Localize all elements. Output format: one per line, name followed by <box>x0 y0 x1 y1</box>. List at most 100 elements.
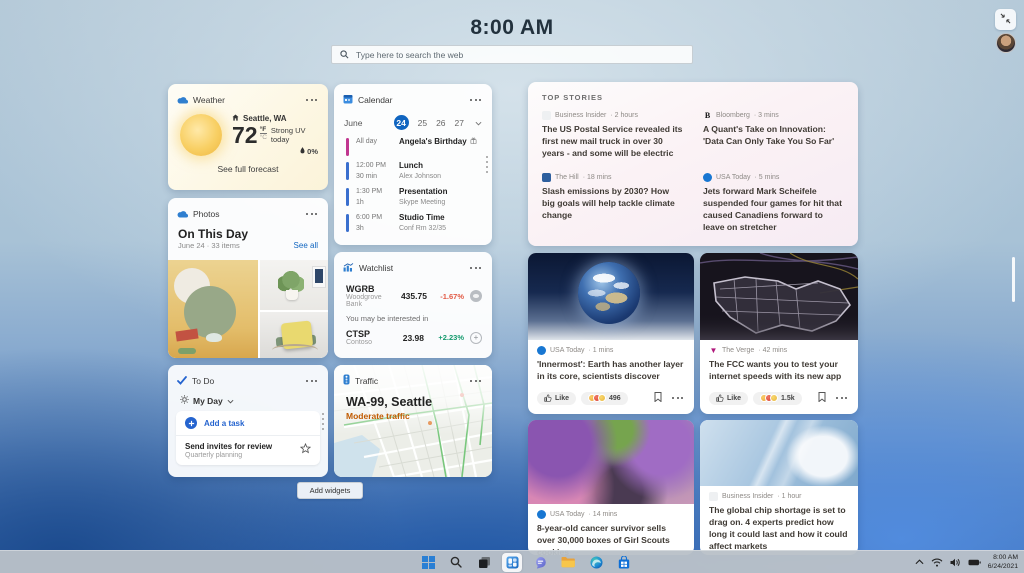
unit-celsius[interactable]: °C <box>260 134 267 141</box>
photo-plant[interactable] <box>260 260 328 310</box>
edge-browser-icon[interactable] <box>586 553 606 572</box>
stock-symbol: CTSP <box>346 329 372 339</box>
collapse-arrows-icon <box>1000 12 1011 27</box>
calendar-widget[interactable]: Calendar June 24 25 26 27 All day Angela… <box>334 84 492 245</box>
weather-widget[interactable]: Weather Seattle, WA 72 °F °C <box>168 84 328 190</box>
story-headline: Jets forward Mark Scheifele suspended fo… <box>703 185 844 233</box>
news-story[interactable]: B Bloomberg 3 mins A Quant's Take on Inn… <box>703 111 844 159</box>
reactions-pill[interactable]: 496 <box>581 392 628 405</box>
stock-row-wgrb[interactable]: WGRB Woodgrove Bank 435.75 -1.67% <box>334 280 492 310</box>
stock-row-ctsp[interactable]: CTSP Contoso 23.98 +2.23% + <box>334 325 492 348</box>
droplet-icon <box>300 147 305 156</box>
calendar-date-25[interactable]: 25 <box>418 118 427 128</box>
story-source: The Hill <box>555 174 579 181</box>
see-all-link[interactable]: See all <box>294 241 318 250</box>
traffic-title: Traffic <box>355 376 378 386</box>
taskbar-search-icon[interactable] <box>446 553 466 572</box>
temperature-value: 72 <box>232 124 258 147</box>
calendar-event[interactable]: 12:00 PM30 min Lunch Alex Johnson <box>346 161 480 182</box>
reactions-pill[interactable]: 1.5k <box>753 392 802 405</box>
add-task-button[interactable]: Add a task <box>176 411 320 435</box>
like-button[interactable]: Like <box>709 392 748 405</box>
calendar-event[interactable]: All day Angela's Birthday <box>346 137 480 156</box>
task-view-icon[interactable] <box>474 553 494 572</box>
watching-icon[interactable] <box>470 290 482 302</box>
unit-fahrenheit[interactable]: °F <box>260 126 267 134</box>
calendar-menu-button[interactable] <box>468 97 483 103</box>
user-avatar[interactable] <box>996 33 1016 53</box>
calendar-event[interactable]: 1:30 PM1h Presentation Skype Meeting <box>346 187 480 208</box>
search-input[interactable] <box>356 50 684 60</box>
task-title: Send invites for review <box>185 442 272 451</box>
news-card-chip-shortage[interactable]: Business Insider 1 hour The global chip … <box>700 420 858 555</box>
start-button[interactable] <box>418 553 438 572</box>
event-title: Presentation <box>399 187 447 198</box>
watchlist-title: Watchlist <box>359 263 393 273</box>
bookmark-icon[interactable] <box>818 389 826 407</box>
reaction-count: 1.5k <box>781 395 795 402</box>
story-time: 5 mins <box>755 174 780 181</box>
todo-widget[interactable]: To Do My Day Add a task Send invites for… <box>168 365 328 477</box>
photo-still-life[interactable] <box>168 260 258 358</box>
card-time: 42 mins <box>758 347 787 354</box>
wifi-icon[interactable] <box>931 558 943 567</box>
reaction-count: 496 <box>609 395 621 402</box>
news-story[interactable]: USA Today 5 mins Jets forward Mark Schei… <box>703 173 844 233</box>
stock-company: Contoso <box>346 339 372 346</box>
volume-icon[interactable] <box>950 558 961 567</box>
bookmark-icon[interactable] <box>654 389 662 407</box>
card-menu-button[interactable] <box>834 395 849 401</box>
todo-scroll-dots[interactable] <box>322 413 324 430</box>
photo-collage[interactable] <box>168 260 328 358</box>
photos-widget[interactable]: Photos On This Day June 24 · 33 items Se… <box>168 198 328 358</box>
calendar-date-26[interactable]: 26 <box>436 118 445 128</box>
watchlist-widget[interactable]: Watchlist WGRB Woodgrove Bank 435.75 -1.… <box>334 252 492 358</box>
news-card-earth[interactable]: USA Today 1 mins 'Innermost': Earth has … <box>528 253 694 414</box>
calendar-expand-chevron-icon[interactable] <box>475 118 482 128</box>
like-button[interactable]: Like <box>537 392 576 405</box>
news-story[interactable]: The Hill 18 mins Slash emissions by 2030… <box>542 173 683 233</box>
thumbs-up-icon <box>544 394 552 402</box>
weather-title: Weather <box>193 95 225 105</box>
widgets-button[interactable] <box>502 553 522 572</box>
sun-outline-icon <box>180 395 189 406</box>
calendar-date-24[interactable]: 24 <box>394 115 409 130</box>
task-item[interactable]: Send invites for review Quarterly planni… <box>176 435 320 465</box>
battery-icon[interactable] <box>968 559 981 566</box>
article-image <box>528 253 694 340</box>
todo-menu-button[interactable] <box>304 378 319 384</box>
news-story[interactable]: Business Insider 2 hours The US Postal S… <box>542 111 683 159</box>
microsoft-store-icon[interactable] <box>614 553 634 572</box>
news-card-fcc[interactable]: ▼ The Verge 42 mins The FCC wants you to… <box>700 253 858 414</box>
stock-change: +2.23% <box>430 333 464 342</box>
card-menu-button[interactable] <box>670 395 685 401</box>
story-source: USA Today <box>716 174 751 181</box>
see-full-forecast-link[interactable]: See full forecast <box>168 164 328 174</box>
web-search-bar[interactable] <box>331 45 693 64</box>
file-explorer-icon[interactable] <box>558 553 578 572</box>
tray-clock[interactable]: 8:00 AM 6/24/2021 <box>988 553 1018 571</box>
news-card-girl-scouts[interactable]: USA Today 14 mins 8-year-old cancer surv… <box>528 420 694 555</box>
photos-menu-button[interactable] <box>304 211 319 217</box>
my-day-selector[interactable]: My Day <box>168 393 328 410</box>
calendar-scroll-dots[interactable] <box>486 156 488 173</box>
chat-icon[interactable] <box>530 553 550 572</box>
photo-chair[interactable] <box>260 312 328 358</box>
weather-menu-button[interactable] <box>304 97 319 103</box>
watchlist-menu-button[interactable] <box>468 265 483 271</box>
add-widgets-button[interactable]: Add widgets <box>297 482 363 499</box>
star-icon[interactable] <box>300 441 311 459</box>
traffic-road: WA-99, Seattle <box>334 393 492 409</box>
tray-chevron-up-icon[interactable] <box>915 559 924 565</box>
event-color-bar <box>346 188 349 206</box>
traffic-menu-button[interactable] <box>468 378 483 384</box>
panel-scrollbar[interactable] <box>1012 257 1015 302</box>
traffic-widget[interactable]: Traffic WA-99, Seattle Moderate traffic <box>334 365 492 477</box>
collapse-panel-button[interactable] <box>995 9 1016 30</box>
calendar-date-27[interactable]: 27 <box>455 118 464 128</box>
event-subtitle: Conf Rm 32/35 <box>399 224 446 233</box>
calendar-event[interactable]: 6:00 PM3h Studio Time Conf Rm 32/35 <box>346 213 480 234</box>
add-to-watchlist-icon[interactable]: + <box>470 332 482 344</box>
event-time: All day <box>356 137 392 148</box>
photo-decor <box>178 348 196 354</box>
